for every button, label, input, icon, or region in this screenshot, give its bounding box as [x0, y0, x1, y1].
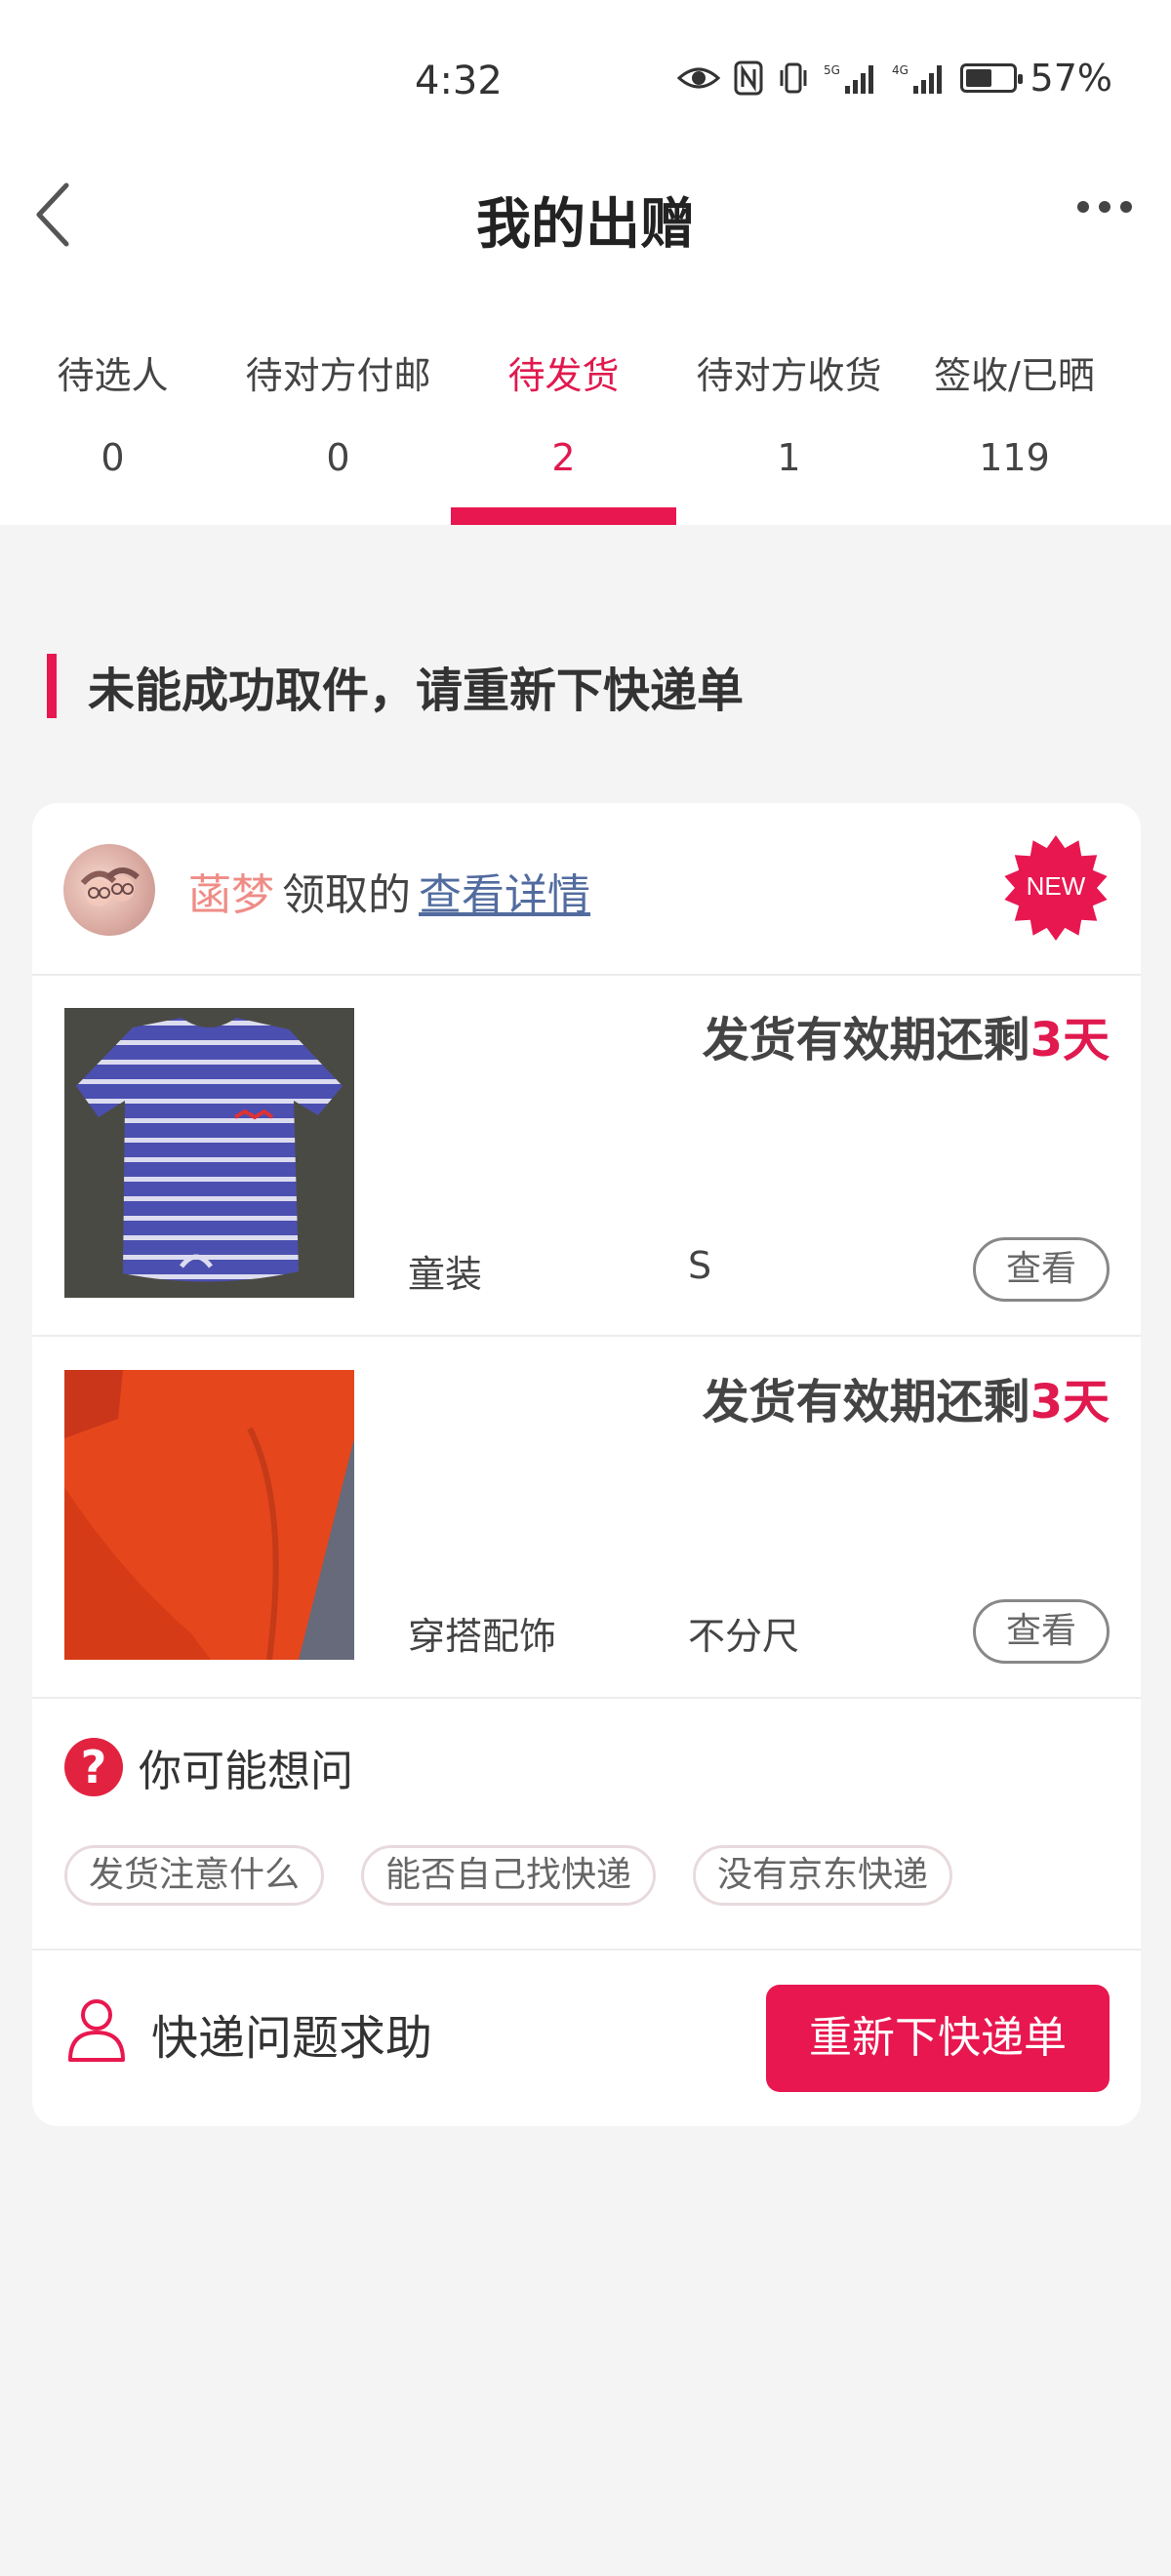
item-category: 穿搭配饰 [408, 1615, 557, 1658]
new-starburst-icon: NEW [1004, 835, 1108, 941]
new-badge: NEW [1002, 834, 1110, 942]
faq-section: ? 你可能想问 发货注意什么 能否自己找快递 没有京东快递 [32, 1697, 1141, 1951]
item-thumbnail[interactable] [64, 1370, 354, 1660]
faq-chip[interactable]: 能否自己找快递 [361, 1845, 657, 1906]
tab-signed-shared[interactable]: 签收/已晒 119 [902, 346, 1127, 525]
active-tab-indicator [451, 507, 676, 525]
order-card: 菡梦 领取的 查看详情 NEW 发货有效期还剩3天 童装 S 查看 发货有效期还… [32, 803, 1141, 2126]
deadline-prefix: 发货有效期还剩 [702, 1013, 1030, 1067]
receiver-info: 菡梦 领取的 查看详情 [188, 860, 590, 922]
receiver-name[interactable]: 菡梦 [188, 870, 274, 920]
svg-text:4G: 4G [892, 63, 909, 77]
view-item-button[interactable]: 查看 [973, 1599, 1110, 1664]
signal-4g-icon: 4G [892, 63, 942, 94]
deadline-prefix: 发货有效期还剩 [702, 1375, 1030, 1429]
battery-icon [959, 63, 1023, 93]
avatar[interactable] [63, 844, 155, 936]
deadline-days: 3天 [1030, 1375, 1110, 1429]
help-row: 快递问题求助 重新下快递单 [32, 1951, 1141, 2126]
faq-chip[interactable]: 没有京东快递 [693, 1845, 953, 1906]
striped-shirt-image [64, 1008, 354, 1298]
signal-5g-icon: 5G [824, 63, 873, 94]
tab-bar: 待选人 0 待对方付邮 0 待发货 2 待对方收货 1 签收/已晒 119 [0, 346, 1171, 525]
courier-help-link[interactable]: 快递问题求助 [151, 1999, 432, 2068]
tab-count: 2 [551, 436, 576, 479]
tab-pending-ship[interactable]: 待发货 2 [451, 346, 676, 525]
nfc-icon [734, 60, 763, 96]
battery-percent: 57% [1030, 57, 1112, 100]
view-details-link[interactable]: 查看详情 [419, 870, 590, 920]
tab-label: 待发货 [507, 354, 620, 397]
section-accent-bar [47, 654, 57, 718]
item-size: 不分尺 [688, 1615, 800, 1658]
new-badge-text: NEW [1027, 871, 1086, 901]
tab-label: 签收/已晒 [934, 354, 1095, 397]
item-size: S [688, 1244, 712, 1287]
view-item-button[interactable]: 查看 [973, 1237, 1110, 1302]
question-icon: ? [64, 1738, 123, 1796]
item-thumbnail[interactable] [64, 1008, 354, 1298]
faq-chips: 发货注意什么 能否自己找快递 没有京东快递 [64, 1845, 953, 1906]
section-heading: 未能成功取件，请重新下快递单 [47, 652, 744, 720]
tab-label: 待对方收货 [696, 354, 882, 397]
top-area: 4:32 5G 4G 57% 我的出赠 待选人 0 待对方付邮 0 待发货 2 … [0, 0, 1171, 525]
tab-label: 待选人 [57, 354, 169, 397]
tab-count: 1 [777, 436, 801, 479]
status-icons: 5G 4G 57% [676, 57, 1112, 100]
page-title: 我的出赠 [476, 193, 695, 257]
receiver-action: 领取的 [282, 870, 411, 920]
deadline-days: 3天 [1030, 1013, 1110, 1067]
more-options-icon[interactable] [1077, 201, 1132, 213]
avatar-image [80, 867, 140, 906]
tab-label: 待对方付邮 [245, 354, 431, 397]
ship-deadline: 发货有效期还剩3天 [703, 1001, 1110, 1069]
faq-chip[interactable]: 发货注意什么 [64, 1845, 325, 1906]
tab-count: 0 [326, 436, 350, 479]
person-icon[interactable] [64, 1995, 129, 2064]
tab-count: 119 [979, 436, 1050, 479]
vibrate-icon [780, 62, 807, 94]
status-time: 4:32 [415, 59, 503, 103]
faq-title: ? 你可能想问 [64, 1736, 353, 1798]
tab-pending-postage[interactable]: 待对方付邮 0 [225, 346, 451, 525]
tab-pending-select[interactable]: 待选人 0 [0, 346, 225, 525]
svg-text:5G: 5G [824, 63, 840, 77]
item-category: 童装 [408, 1253, 483, 1296]
orange-cloth-image [64, 1370, 354, 1660]
item-row: 发货有效期还剩3天 童装 S 查看 [32, 974, 1141, 1337]
receiver-row: 菡梦 领取的 查看详情 NEW [32, 803, 1141, 976]
tab-count: 0 [101, 436, 125, 479]
item-row: 发货有效期还剩3天 穿搭配饰 不分尺 查看 [32, 1336, 1141, 1699]
faq-title-text: 你可能想问 [139, 1747, 353, 1796]
eye-icon [676, 67, 720, 89]
section-heading-text: 未能成功取件，请重新下快递单 [88, 664, 745, 718]
tab-pending-receipt[interactable]: 待对方收货 1 [676, 346, 902, 525]
rebook-courier-button[interactable]: 重新下快递单 [766, 1985, 1110, 2092]
ship-deadline: 发货有效期还剩3天 [703, 1363, 1110, 1431]
battery-fill [965, 69, 991, 87]
